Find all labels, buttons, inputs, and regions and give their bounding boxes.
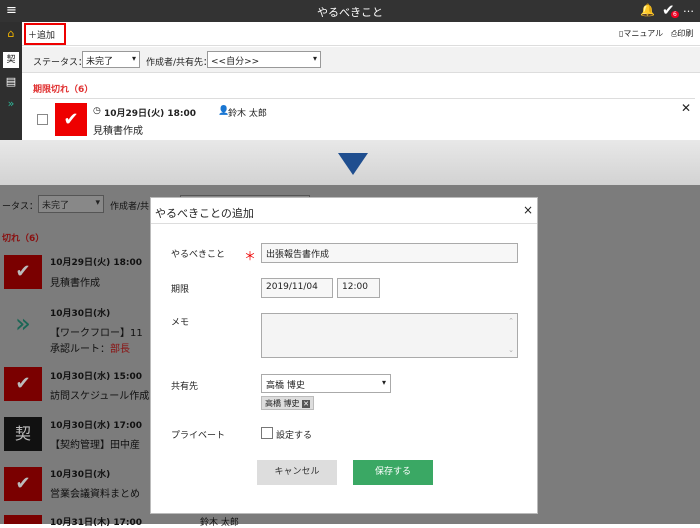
bg-item-date: 10月30日(水) [50,470,111,480]
due-time-input[interactable]: 12:00 [337,278,380,298]
bell-icon[interactable]: 🔔 [640,3,655,17]
bg-item-date: 10月31日(木) 17:00 [50,518,143,528]
scroll-up-icon[interactable]: ⌃ [508,317,514,325]
due-label: 期限 [171,285,190,295]
workflow-icon[interactable]: » [3,96,19,112]
share-value: 高橋 博史 [266,381,305,391]
chevron-down-icon: ▾ [312,54,317,63]
manual-label: マニュアル [623,29,664,38]
bg-item-title: 訪問スケジュール作成 [50,391,150,402]
bg-contract-icon: 契 [4,417,42,451]
print-label: 印刷 [677,29,694,38]
task-label: やるべきこと [171,250,226,260]
bg-overdue-header: 切れ（6） [2,234,45,244]
bg-item-user: 鈴木 太郎 [200,518,239,528]
bg-status-value: 未完了 [42,201,70,211]
chevron-down-icon: ▾ [131,54,136,63]
memo-textarea[interactable]: ⌃ ⌄ [261,313,518,358]
private-label: プライベート [171,431,226,441]
private-option: 設定する [276,431,313,441]
due-date-value: 2019/11/04 [266,282,318,292]
bg-item-route: 承認ルート：部長 [50,340,130,355]
scroll-down-icon[interactable]: ⌄ [508,346,514,354]
share-tag: 高橋 博史 ✕ [261,396,314,410]
bg-route-highlight: 部長 [110,344,130,355]
todo-user: 鈴木 太郎 [228,109,267,119]
bg-item-title: 【契約管理】田中産 [50,440,140,451]
print-link[interactable]: ⎙印刷 [671,28,693,39]
bg-item-date: 10月30日(水) [50,309,111,319]
save-button[interactable]: 保存する [353,460,433,485]
creator-select[interactable]: <<自分>> ▾ [207,51,321,68]
todo-title: 見積書作成 [93,126,143,137]
todo-check-icon: ✔ [55,103,87,136]
todo-count-badge: 6 [671,11,679,18]
filter-bar: ステータス： 未完了 ▾ 作成者/共有先： <<自分>> ▾ [22,47,700,73]
remove-tag-icon[interactable]: ✕ [302,400,310,408]
bg-check-icon [4,515,42,524]
creator-label: 作成者/共有先： [146,58,213,68]
manual-link[interactable]: ▯マニュアル [619,28,663,39]
todo-checkbox[interactable] [37,114,48,125]
share-select[interactable]: 高橋 博史 ▾ [261,374,391,393]
left-nav: ⌂ 契 ▤ » [0,22,22,142]
close-icon[interactable]: ✕ [681,101,691,115]
task-value: 出張報告書作成 [266,250,330,260]
share-tag-label: 高橋 博史 [265,399,300,408]
status-label: ステータス： [33,58,88,68]
bg-item-date: 10月29日(火) 18:00 [50,258,143,268]
add-button[interactable]: ＋追加 [24,23,66,45]
overdue-header: 期限切れ（6） [33,85,94,95]
chevron-down-icon: ▾ [381,378,386,387]
dialog-title: やるべきことの追加 [155,207,254,220]
bg-route-label: 承認ルート： [50,344,110,355]
bg-check-icon: ✔ [4,255,42,289]
todo-card[interactable]: ✔ ◷ 10月29日(火) 18:00 👤 鈴木 太郎 見積書作成 ✕ [30,98,695,140]
more-icon[interactable]: … [683,2,694,15]
status-value: 未完了 [86,57,114,67]
dialog-header: やるべきことの追加 × [151,198,537,224]
todo-date: 10月29日(火) 18:00 [104,109,197,119]
bg-check-icon: ✔ [4,467,42,501]
bg-status-select: 未完了 ▾ [38,195,104,213]
bg-creator-label: 作成者/共 [110,202,150,212]
share-label: 共有先 [171,382,199,392]
bg-item-date: 10月30日(水) 15:00 [50,372,143,382]
bg-check-icon: ✔ [4,367,42,401]
bg-item-title: 営業会議資料まとめ [50,489,140,500]
down-arrow-icon [338,153,368,175]
bg-item-date: 10月30日(水) 17:00 [50,421,143,431]
required-mark: ＊ [244,249,257,263]
app-title: やるべきこと [317,6,383,19]
private-checkbox[interactable] [261,427,273,439]
memo-label: メモ [171,318,190,328]
due-time-value: 12:00 [342,282,368,292]
creator-value: <<自分>> [211,57,260,67]
contract-icon[interactable]: 契 [3,52,19,68]
clock-icon: ◷ [93,106,101,116]
add-todo-dialog: やるべきことの追加 × やるべきこと ＊ 出張報告書作成 期限 2019/11/… [150,197,538,514]
bg-status-label: ータス： [2,202,39,212]
home-icon[interactable]: ⌂ [3,26,19,42]
toolbar [22,22,700,46]
status-select[interactable]: 未完了 ▾ [82,51,140,68]
title-bar: ≡ やるべきこと 🔔 ✔ 6 … [0,0,700,22]
due-date-input[interactable]: 2019/11/04 [261,278,333,298]
cancel-button[interactable]: キャンセル [257,460,337,485]
task-input[interactable]: 出張報告書作成 [261,243,518,263]
book-icon[interactable]: ▤ [3,74,19,90]
bg-workflow-icon: » [15,309,31,339]
chevron-down-icon: ▾ [95,198,100,208]
bg-item-title: 見積書作成 [50,278,100,289]
close-icon[interactable]: × [523,203,533,217]
bg-item-title: 【ワークフロー】11 [50,328,143,339]
